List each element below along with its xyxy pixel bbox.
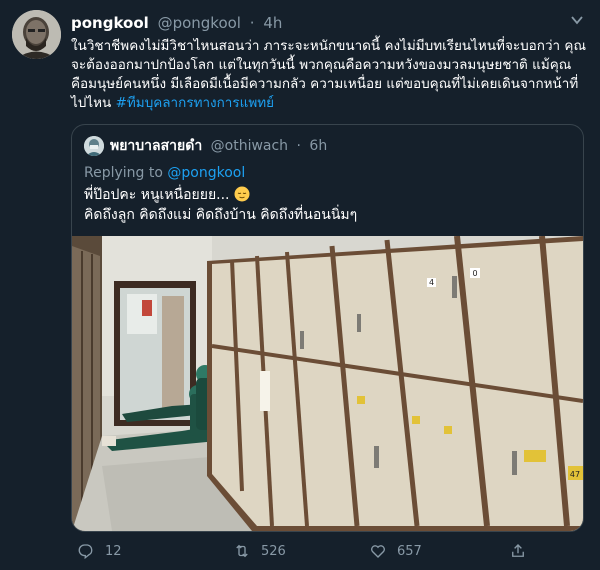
reply-button[interactable]: 12 <box>77 542 122 560</box>
tweet-time[interactable]: 4h <box>263 14 282 32</box>
quote-author-avatar <box>84 136 104 156</box>
retweet-button[interactable]: 526 <box>233 542 286 560</box>
retweet-count: 526 <box>261 543 286 559</box>
relieved-face-icon <box>234 186 250 202</box>
locker-room-photo[interactable]: 0 4 47 <box>72 235 583 531</box>
quote-author-name: พยาบาลสายดำ <box>110 138 203 154</box>
quote-time: 6h <box>309 138 328 154</box>
tweet-text: ในวิชาชีพคงไม่มีวิชาไหนสอนว่า ภาระจะหนัก… <box>71 37 586 113</box>
like-button[interactable]: 657 <box>369 542 422 560</box>
locker-tag-0: 0 <box>472 269 477 278</box>
more-options-icon[interactable] <box>570 12 584 26</box>
replying-handle[interactable]: @pongkool <box>167 165 245 181</box>
author-avatar[interactable] <box>12 10 61 59</box>
share-button[interactable] <box>509 542 527 560</box>
like-count: 657 <box>397 543 422 559</box>
share-icon <box>512 544 524 557</box>
quote-author-handle: @othiwach <box>210 138 289 154</box>
heart-icon <box>371 545 385 558</box>
quote-text: พี่ป๊อปคะ หนูเหนื่อยยย... คิดถึงลูก คิดถ… <box>84 185 357 225</box>
quote-header: พยาบาลสายดำ @othiwach · 6h <box>110 136 327 156</box>
quote-separator: · <box>296 138 301 154</box>
author-name[interactable]: pongkool <box>71 14 149 32</box>
tweet-header: pongkool @pongkool · 4h <box>71 13 560 33</box>
quote-line-2: คิดถึงลูก คิดถึงแม่ คิดถึงบ้าน คิดถึงที่… <box>84 207 358 223</box>
locker-tag-47: 47 <box>570 470 580 479</box>
author-handle[interactable]: @pongkool <box>158 14 241 32</box>
quoted-tweet[interactable]: พยาบาลสายดำ @othiwach · 6h Replying to @… <box>71 124 584 532</box>
retweet-icon <box>236 544 248 558</box>
hashtag-link[interactable]: #ทีมบุคลากรทางการแพทย์ <box>116 95 274 111</box>
action-bar: 12 526 657 <box>71 534 591 566</box>
quote-line-1: พี่ป๊อปคะ หนูเหนื่อยยย... <box>84 187 230 203</box>
reply-icon <box>78 544 93 560</box>
reply-count: 12 <box>105 543 122 559</box>
replying-prefix: Replying to <box>84 165 163 181</box>
locker-tag-4: 4 <box>429 278 434 287</box>
meta-separator: · <box>249 14 255 32</box>
replying-to: Replying to @pongkool <box>84 165 245 181</box>
